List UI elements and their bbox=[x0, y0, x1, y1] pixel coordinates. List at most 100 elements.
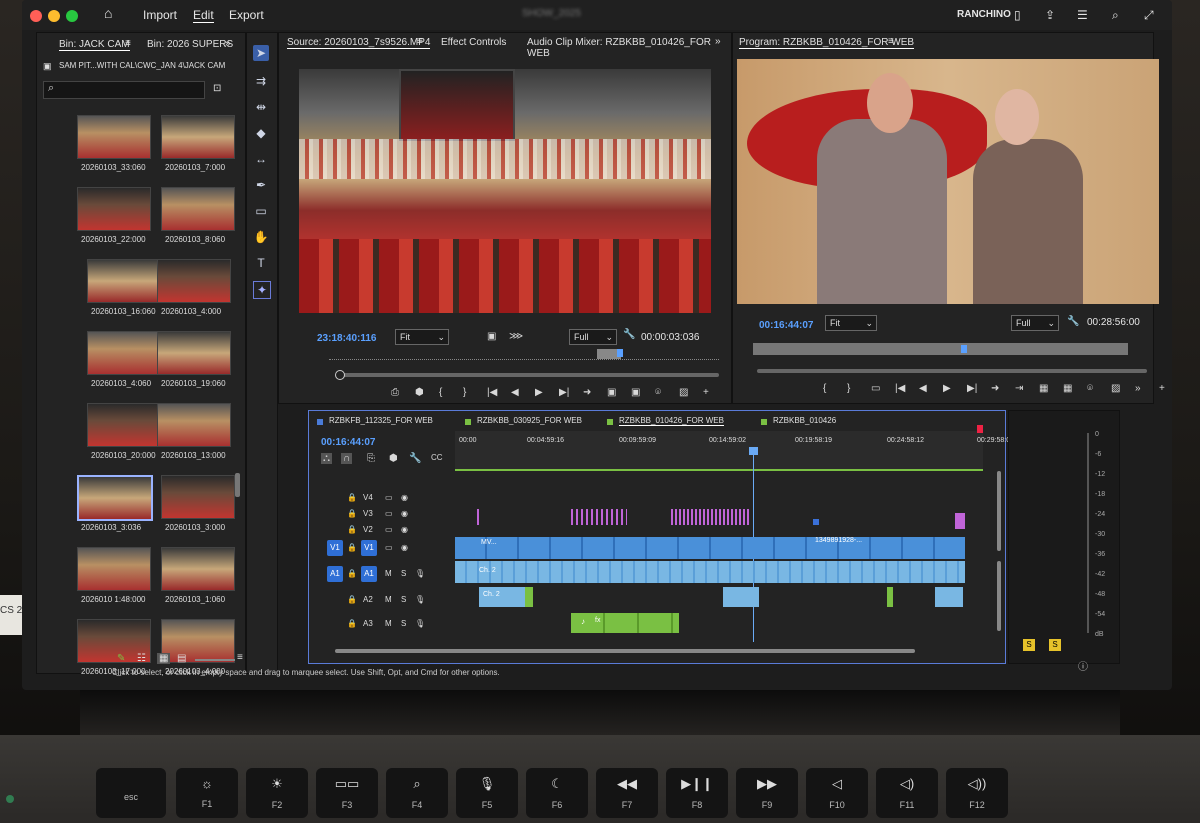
sync-lock-icon[interactable]: ▭ bbox=[385, 525, 393, 534]
tab-source[interactable]: Source: 20260103_7s9526.MP4 bbox=[287, 37, 431, 49]
source-fit-dropdown[interactable]: Fit ⌄ bbox=[395, 329, 449, 345]
tab-sequence[interactable]: RZBKBB_010426_FOR WEB bbox=[619, 416, 724, 426]
a2-clip[interactable]: Ch. 2 bbox=[479, 587, 525, 607]
program-fit-dropdown[interactable]: Fit ⌄ bbox=[825, 315, 877, 331]
solo-button[interactable]: S bbox=[401, 569, 406, 578]
timeline-settings-icon[interactable]: 🔧 bbox=[409, 453, 421, 464]
type-tool-icon[interactable]: T bbox=[253, 255, 269, 271]
a2-clip[interactable] bbox=[525, 587, 533, 607]
audio-tracks-scrollbar[interactable] bbox=[997, 561, 1001, 631]
pencil-icon[interactable]: ✎ bbox=[117, 653, 125, 664]
panel-overflow-icon[interactable]: » bbox=[715, 36, 721, 47]
clip-thumbnail[interactable] bbox=[77, 115, 151, 159]
clip-thumbnail[interactable] bbox=[87, 259, 161, 303]
icon-view-icon[interactable]: ▦ bbox=[157, 653, 171, 664]
caption-tool-icon[interactable]: ✦ bbox=[253, 281, 271, 299]
close-window-button[interactable] bbox=[30, 10, 42, 22]
program-zoom-scrollbar[interactable] bbox=[757, 369, 1147, 373]
safe-margins-icon[interactable]: ▭ bbox=[871, 383, 880, 394]
audio-waveform-icon[interactable]: ⋙ bbox=[509, 331, 523, 342]
track-label-v1[interactable]: V1 bbox=[361, 540, 377, 556]
tab-effect-controls[interactable]: Effect Controls bbox=[441, 37, 506, 48]
source-time-ruler[interactable] bbox=[329, 353, 719, 360]
program-video-frame[interactable] bbox=[737, 59, 1159, 304]
sync-lock-icon[interactable]: ▭ bbox=[385, 493, 393, 502]
solo-left-button[interactable]: S bbox=[1023, 639, 1035, 651]
fullscreen-icon[interactable]: ⤢ bbox=[1144, 8, 1154, 23]
slip-tool-icon[interactable]: ↔ bbox=[253, 151, 269, 167]
play-icon[interactable]: ▶ bbox=[535, 387, 543, 398]
a1-clip[interactable]: Ch. 2 bbox=[455, 561, 965, 583]
hand-tool-icon[interactable]: ✋ bbox=[253, 229, 269, 245]
bin-menu-icon[interactable]: ≡ bbox=[125, 38, 131, 49]
lock-icon[interactable]: 🔒 bbox=[347, 619, 357, 628]
clip-thumbnail[interactable] bbox=[77, 475, 153, 521]
step-back-icon[interactable]: ◀ bbox=[511, 387, 519, 398]
source-playhead[interactable] bbox=[617, 349, 623, 357]
solo-right-button[interactable]: S bbox=[1049, 639, 1061, 651]
mute-button[interactable]: M bbox=[385, 619, 392, 628]
freeform-view-icon[interactable]: ▤ bbox=[177, 653, 186, 664]
menu-edit[interactable]: Edit bbox=[193, 8, 214, 23]
tab-sequence[interactable]: RZBKBB_030925_FOR WEB bbox=[477, 416, 582, 425]
clip-thumbnail[interactable] bbox=[157, 331, 231, 375]
wrench-icon[interactable]: 🔧 bbox=[1067, 316, 1079, 327]
play-icon[interactable]: ▶ bbox=[943, 383, 951, 394]
share-icon[interactable]: ⇪ bbox=[1045, 8, 1055, 22]
program-time-ruler[interactable] bbox=[753, 343, 1128, 355]
program-quality-dropdown[interactable]: Full ⌄ bbox=[1011, 315, 1059, 331]
panel-overflow-icon[interactable]: » bbox=[225, 38, 231, 49]
step-forward-icon[interactable]: ▶| bbox=[967, 383, 977, 394]
microphone-icon[interactable]: 🎙 bbox=[415, 619, 425, 628]
tab-audio-clip-mixer[interactable]: Audio Clip Mixer: RZBKBB_010426_FOR WEB bbox=[527, 37, 731, 59]
source-timecode[interactable]: 23:18:40:116 bbox=[317, 333, 377, 344]
compare-icon[interactable]: ▨ bbox=[1111, 383, 1120, 394]
captions-icon[interactable]: CC bbox=[431, 453, 443, 462]
lift-icon[interactable]: ▦ bbox=[1039, 383, 1048, 394]
thumbnail-zoom-slider[interactable] bbox=[195, 659, 235, 661]
clip-thumbnail[interactable] bbox=[157, 403, 231, 447]
add-marker-icon[interactable]: ⬢ bbox=[415, 387, 424, 398]
playhead-handle[interactable] bbox=[749, 447, 758, 455]
tab-sequence[interactable]: RZBKBB_010426 bbox=[773, 416, 836, 425]
bin-scrollbar[interactable] bbox=[235, 473, 240, 497]
settings-toggle-icon[interactable]: ▣ bbox=[487, 331, 496, 342]
step-back-icon[interactable]: ◀ bbox=[919, 383, 927, 394]
v1-clip[interactable]: MV... 1349891928-... bbox=[455, 537, 965, 559]
camera-icon[interactable]: ⌾ bbox=[655, 387, 661, 398]
lock-icon[interactable]: 🔒 bbox=[347, 509, 357, 518]
go-to-out-icon[interactable]: ➜ bbox=[991, 383, 999, 394]
rectangle-tool-icon[interactable]: ▭ bbox=[253, 203, 269, 219]
eye-icon[interactable]: ◉ bbox=[401, 543, 408, 552]
solo-button[interactable]: S bbox=[401, 595, 406, 604]
microphone-icon[interactable]: 🎙 bbox=[415, 595, 425, 604]
wrench-icon[interactable]: 🔧 bbox=[623, 329, 635, 340]
timeline-horizontal-scrollbar[interactable] bbox=[335, 649, 915, 653]
sync-lock-icon[interactable]: ▭ bbox=[385, 509, 393, 518]
step-forward-icon[interactable]: ▶| bbox=[559, 387, 569, 398]
source-quality-dropdown[interactable]: Full ⌄ bbox=[569, 329, 617, 345]
lock-icon[interactable]: 🔒 bbox=[347, 543, 357, 552]
v3-clip[interactable] bbox=[813, 519, 819, 525]
video-tracks-scrollbar[interactable] bbox=[997, 471, 1001, 551]
track-area[interactable]: MV... 1349891928-... Ch. 2 Ch. 2 ♪ fx bbox=[455, 469, 983, 649]
clip-thumbnail[interactable] bbox=[161, 115, 235, 159]
v2-clip[interactable] bbox=[955, 513, 965, 529]
tab-bin-jack-cam[interactable]: Bin: JACK CAM bbox=[59, 39, 130, 51]
lock-icon[interactable]: 🔒 bbox=[347, 595, 357, 604]
bin-search-input[interactable]: ⌕ bbox=[43, 81, 205, 99]
eye-icon[interactable]: ◉ bbox=[401, 493, 408, 502]
a2-clip[interactable] bbox=[887, 587, 893, 607]
go-to-in-icon[interactable]: |◀ bbox=[487, 387, 497, 398]
program-menu-icon[interactable]: ≡ bbox=[888, 36, 894, 47]
go-to-out-icon[interactable]: ➜ bbox=[583, 387, 591, 398]
v2-clip[interactable] bbox=[571, 509, 627, 525]
source-patch-v1[interactable]: V1 bbox=[327, 540, 343, 556]
extract-icon[interactable]: ▦ bbox=[1063, 383, 1072, 394]
pen-tool-icon[interactable]: ✒ bbox=[253, 177, 269, 193]
microphone-icon[interactable]: 🎙 bbox=[415, 569, 425, 578]
a3-clip[interactable]: ♪ fx bbox=[571, 613, 679, 633]
clip-thumbnail[interactable] bbox=[87, 403, 161, 447]
menu-import[interactable]: Import bbox=[143, 8, 177, 22]
bin-options-icon[interactable]: ≡ bbox=[237, 652, 243, 663]
